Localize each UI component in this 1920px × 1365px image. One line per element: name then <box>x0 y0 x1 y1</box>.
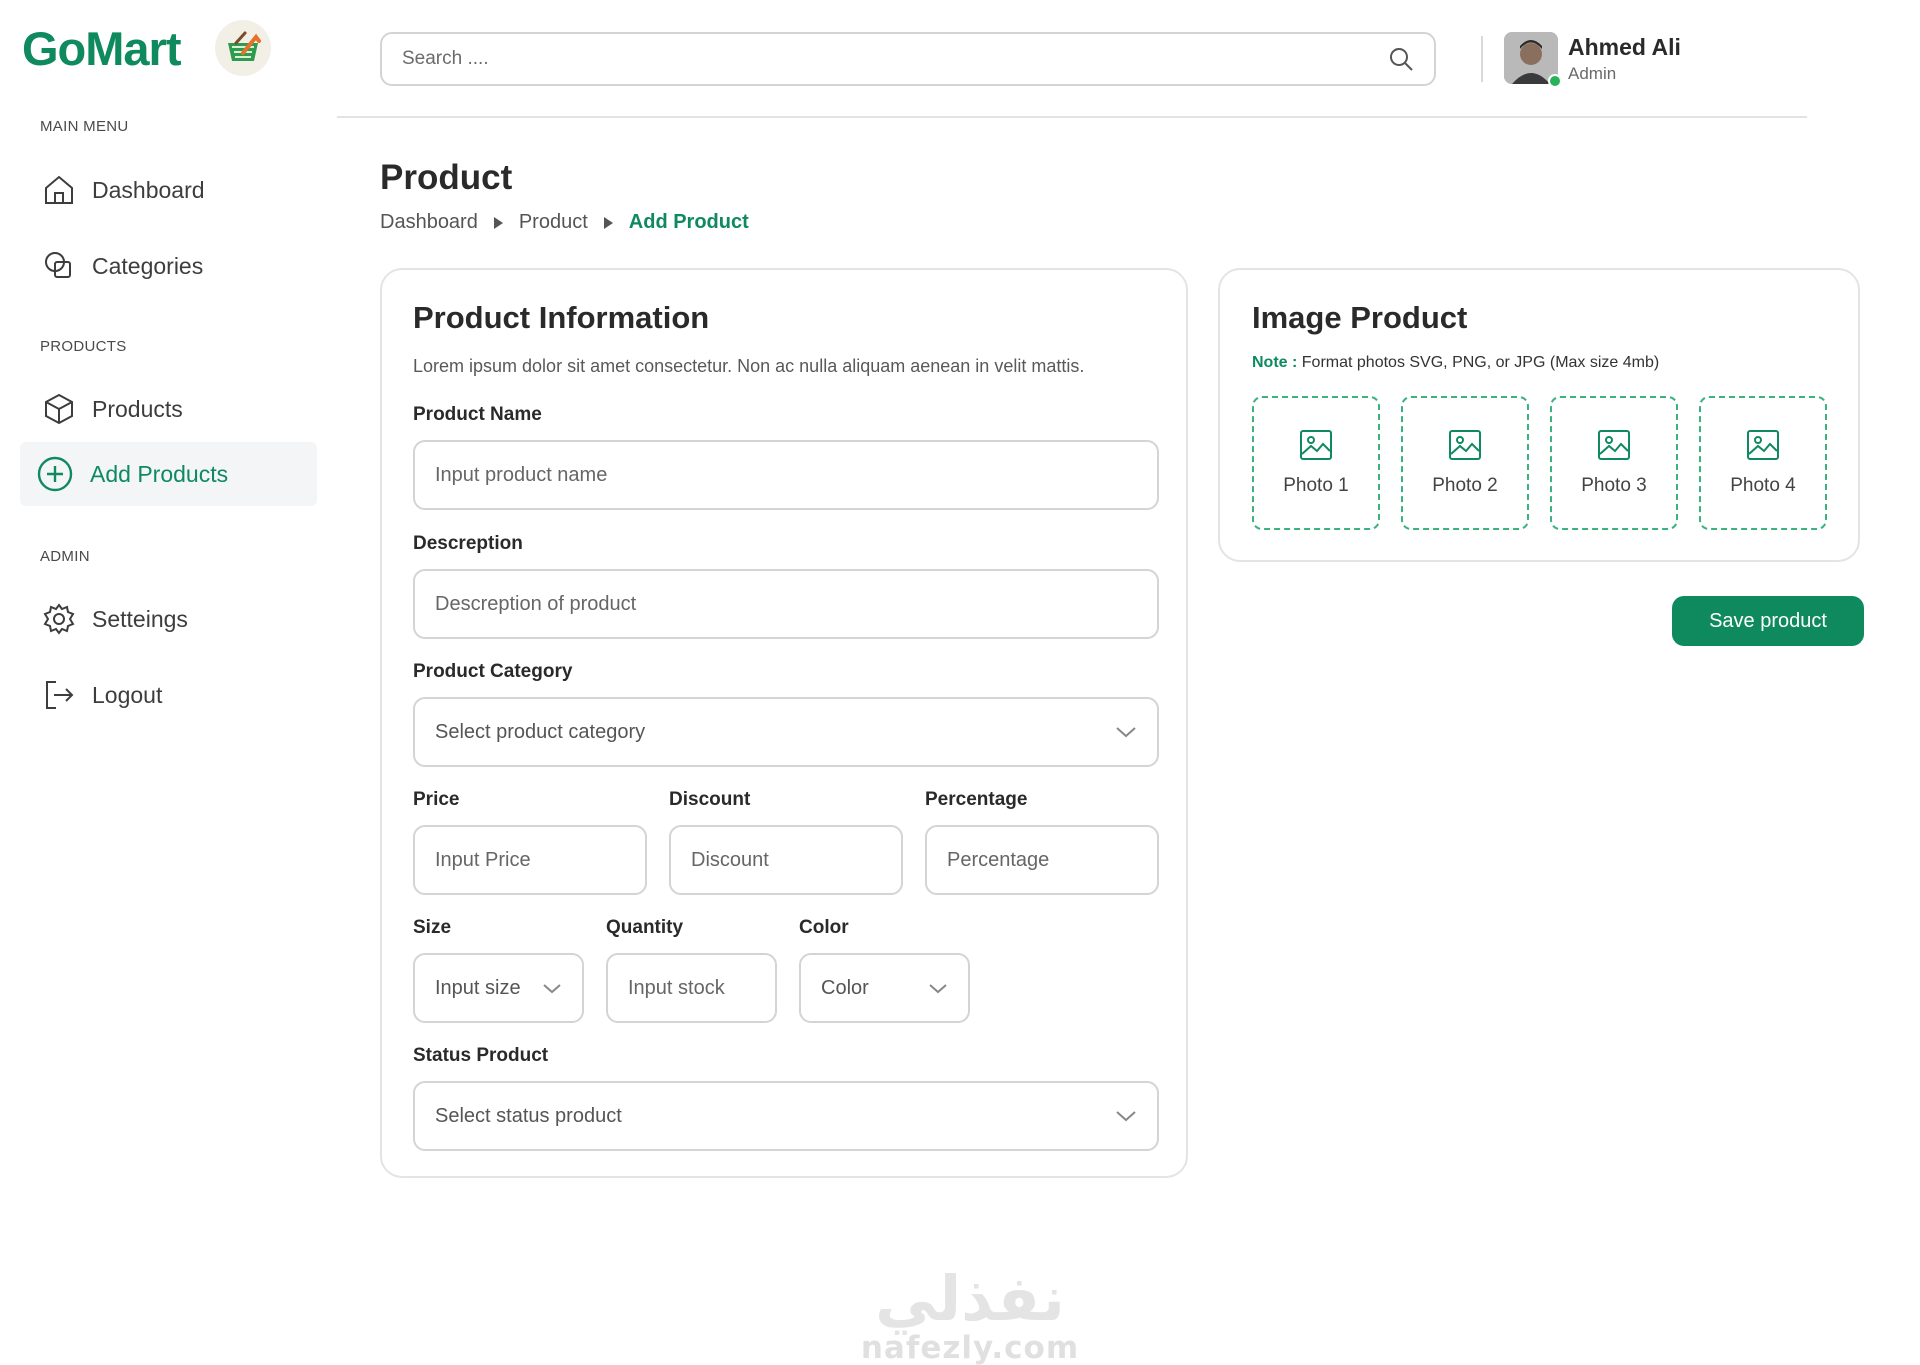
home-icon <box>45 175 73 204</box>
breadcrumb-item-current: Add Product <box>628 211 749 233</box>
quantity-input[interactable] <box>628 976 755 1000</box>
card-title: Image Product <box>1252 300 1468 335</box>
color-label: Color <box>799 917 849 938</box>
sidebar-item-label: Dashboard <box>92 176 205 203</box>
photo-label: Photo 3 <box>1581 475 1647 496</box>
discount-field[interactable] <box>669 825 903 895</box>
percentage-label: Percentage <box>925 789 1028 810</box>
breadcrumb-separator-icon <box>493 216 503 229</box>
sidebar-item-label: Logout <box>92 681 163 708</box>
plus-circle-icon <box>37 456 73 492</box>
price-field[interactable] <box>413 825 647 895</box>
price-label: Price <box>413 789 460 810</box>
sidebar-item-add-products[interactable]: Add Products <box>20 442 317 506</box>
avatar[interactable] <box>1504 32 1562 88</box>
watermark-url: nafezly.com <box>860 1330 1080 1365</box>
image-icon <box>1449 430 1481 460</box>
sidebar-item-logout[interactable]: Logout <box>20 663 317 727</box>
header-rule <box>337 116 1807 118</box>
chevron-down-icon <box>1116 1111 1136 1122</box>
sidebar-item-label: Products <box>92 395 183 422</box>
save-product-button[interactable]: Save product <box>1672 596 1864 646</box>
sidebar-item-label: Setteings <box>92 605 188 632</box>
photo-label: Photo 2 <box>1432 475 1498 496</box>
image-product-card: Image Product Note : Format photos SVG, … <box>1218 268 1860 562</box>
sidebar-item-products[interactable]: Products <box>20 377 317 441</box>
search-input[interactable] <box>402 48 1388 70</box>
note-label: Note : <box>1252 354 1298 371</box>
section-label-products: PRODUCTS <box>40 338 127 355</box>
box-icon <box>45 393 73 425</box>
quantity-label: Quantity <box>606 917 684 938</box>
status-product-placeholder: Select status product <box>435 1104 622 1127</box>
product-category-placeholder: Select product category <box>435 720 646 743</box>
breadcrumb-separator-icon <box>603 216 613 229</box>
percentage-field[interactable] <box>925 825 1159 895</box>
gear-icon <box>43 603 75 635</box>
discount-input[interactable] <box>691 848 881 872</box>
user-role: Admin <box>1568 64 1617 83</box>
size-placeholder: Input size <box>435 976 521 999</box>
image-icon <box>1598 430 1630 460</box>
price-input[interactable] <box>435 848 625 872</box>
image-format-note: Note : Format photos SVG, PNG, or JPG (M… <box>1252 354 1659 372</box>
discount-label: Discount <box>669 789 751 810</box>
product-name-input[interactable] <box>435 463 1137 487</box>
online-status-dot <box>1548 74 1562 88</box>
breadcrumb-item-product[interactable]: Product <box>519 211 588 234</box>
search-icon[interactable] <box>1388 46 1414 72</box>
product-name-field[interactable] <box>413 440 1159 510</box>
breadcrumb-item-dashboard[interactable]: Dashboard <box>380 211 478 234</box>
product-information-card: Product Information Lorem ipsum dolor si… <box>380 268 1188 1178</box>
sidebar-item-label: Categories <box>92 252 204 279</box>
product-category-select[interactable]: Select product category <box>413 697 1159 767</box>
brand-name: GoMart <box>22 21 181 75</box>
image-icon <box>1300 430 1332 460</box>
brand-logo[interactable]: GoMart <box>22 20 271 76</box>
description-label: Descreption <box>413 533 523 554</box>
description-input[interactable] <box>435 592 1137 616</box>
photo-upload-slot-2[interactable]: Photo 2 <box>1401 396 1529 530</box>
header-divider <box>1481 36 1483 82</box>
description-field[interactable] <box>413 569 1159 639</box>
color-placeholder: Color <box>821 976 869 999</box>
user-name[interactable]: Ahmed Ali <box>1568 34 1681 61</box>
page-title: Product <box>380 158 513 197</box>
size-select[interactable]: Input size <box>413 953 584 1023</box>
product-name-label: Product Name <box>413 404 542 425</box>
card-subtitle: Lorem ipsum dolor sit amet consectetur. … <box>413 356 1085 376</box>
photo-upload-slot-4[interactable]: Photo 4 <box>1699 396 1827 530</box>
sidebar-item-dashboard[interactable]: Dashboard <box>20 158 317 222</box>
search-bar[interactable] <box>380 32 1436 86</box>
note-text: Format photos SVG, PNG, or JPG (Max size… <box>1301 354 1660 371</box>
basket-logo-icon <box>214 20 271 76</box>
sidebar-item-categories[interactable]: Categories <box>20 234 317 298</box>
shapes-icon <box>45 252 71 278</box>
chevron-down-icon <box>929 983 947 993</box>
status-product-select[interactable]: Select status product <box>413 1081 1159 1151</box>
section-label-admin: ADMIN <box>40 548 90 565</box>
breadcrumb: Dashboard Product Add Product <box>380 211 749 234</box>
percentage-input[interactable] <box>947 848 1137 872</box>
product-category-label: Product Category <box>413 661 573 682</box>
watermark: نفذلي nafezly.com <box>850 1268 1090 1365</box>
sidebar-item-settings[interactable]: Setteings <box>20 587 317 651</box>
photo-upload-slot-1[interactable]: Photo 1 <box>1252 396 1380 530</box>
logout-icon <box>46 681 74 709</box>
color-select[interactable]: Color <box>799 953 970 1023</box>
size-label: Size <box>413 917 452 938</box>
quantity-field[interactable] <box>606 953 777 1023</box>
section-label-main-menu: MAIN MENU <box>40 118 129 135</box>
photo-label: Photo 1 <box>1283 475 1349 496</box>
photo-upload-slot-3[interactable]: Photo 3 <box>1550 396 1678 530</box>
photo-label: Photo 4 <box>1730 475 1796 496</box>
watermark-mark: نفذلي <box>875 1262 1065 1335</box>
card-title: Product Information <box>413 300 710 335</box>
sidebar-item-label: Add Products <box>90 460 229 487</box>
chevron-down-icon <box>1116 727 1136 738</box>
image-icon <box>1747 430 1779 460</box>
status-product-label: Status Product <box>413 1045 549 1066</box>
chevron-down-icon <box>543 983 561 993</box>
